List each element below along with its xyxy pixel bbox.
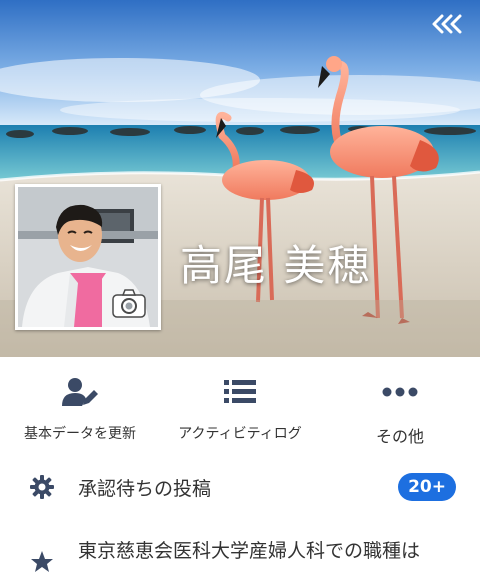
activity-log-button[interactable]: アクティビティログ xyxy=(160,357,320,455)
camera-icon[interactable] xyxy=(111,288,147,320)
profile-name: 高尾 美穂 xyxy=(180,241,372,290)
update-info-label: 基本データを更新 xyxy=(24,426,136,442)
pending-posts-label: 承認待ちの投稿 xyxy=(78,477,212,500)
update-info-button[interactable]: 基本データを更新 xyxy=(0,357,160,455)
pending-posts-badge: 20+ xyxy=(398,473,456,501)
profile-actions: 基本データを更新 アクティビティログ その他 xyxy=(0,357,480,455)
collapse-icon[interactable] xyxy=(430,12,466,36)
star-icon xyxy=(30,550,54,574)
work-info-item[interactable]: 東京慈恵会医科大学産婦人科での職種は xyxy=(0,534,480,572)
work-info-label: 東京慈恵会医科大学産婦人科での職種は xyxy=(78,539,421,562)
gear-icon xyxy=(30,475,54,499)
more-button[interactable]: その他 xyxy=(320,357,480,455)
person-edit-icon xyxy=(62,377,98,407)
activity-log-label: アクティビティログ xyxy=(178,426,302,442)
cover-photo[interactable]: 高尾 美穂 xyxy=(0,0,480,357)
more-dots-icon xyxy=(382,377,418,407)
list-icon xyxy=(224,377,256,407)
more-label: その他 xyxy=(375,427,424,446)
pending-posts-item[interactable]: 承認待ちの投稿 20+ xyxy=(0,466,480,508)
